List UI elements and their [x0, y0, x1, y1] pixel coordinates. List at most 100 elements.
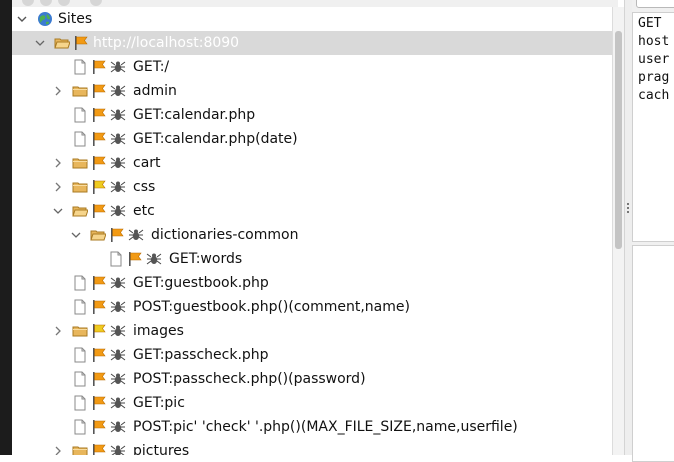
flag-icon — [91, 203, 107, 219]
flag-icon — [91, 59, 107, 75]
tree-node-request[interactable]: GET:pic — [12, 391, 612, 415]
flag-icon — [73, 35, 89, 51]
spider-icon — [110, 395, 126, 411]
tree-node-request[interactable]: GET:words — [12, 247, 612, 271]
flag-icon — [91, 107, 107, 123]
spider-icon — [110, 83, 126, 99]
spider-icon — [110, 323, 126, 339]
folder-open-icon — [90, 227, 106, 243]
file-icon — [72, 419, 88, 435]
tree-node-label: GET:passcheck.php — [133, 347, 269, 363]
tree-node-folder[interactable]: etc — [12, 199, 612, 223]
scrollbar-thumb[interactable] — [615, 31, 622, 249]
tree-node-label: GET:guestbook.php — [133, 275, 269, 291]
tree-root-sites[interactable]: Sites — [12, 7, 612, 31]
window-edge — [0, 0, 12, 455]
tree-node-request[interactable]: POST:pic' 'check' '.php()(MAX_FILE_SIZE,… — [12, 415, 612, 439]
tree-node-folder[interactable]: http://localhost:8090 — [12, 31, 612, 55]
expand-toggle-icon[interactable] — [52, 175, 64, 199]
tree-node-label: http://localhost:8090 — [93, 35, 240, 51]
file-icon — [72, 275, 88, 291]
toolbar-button[interactable] — [22, 0, 34, 6]
collapse-toggle-icon[interactable] — [34, 31, 46, 55]
spider-icon — [110, 203, 126, 219]
globe-icon — [37, 11, 53, 27]
tree-node-request[interactable]: GET:passcheck.php — [12, 343, 612, 367]
request-line: GET — [638, 16, 662, 31]
request-body-view[interactable] — [632, 245, 674, 462]
spider-icon — [128, 227, 144, 243]
tree-root-label: Sites — [58, 11, 93, 27]
flag-icon — [91, 155, 107, 171]
spider-icon — [110, 107, 126, 123]
flag-icon — [91, 395, 107, 411]
folder-icon — [72, 83, 88, 99]
file-icon — [72, 371, 88, 387]
file-icon — [72, 395, 88, 411]
tree-node-folder[interactable]: dictionaries-common — [12, 223, 612, 247]
tree-node-request[interactable]: GET:/ — [12, 55, 612, 79]
spider-icon — [110, 275, 126, 291]
request-line: cach — [638, 88, 670, 103]
spider-icon — [110, 347, 126, 363]
tree-node-label: images — [133, 323, 184, 339]
tree-node-label: dictionaries-common — [151, 227, 299, 243]
spider-icon — [110, 179, 126, 195]
tree-node-request[interactable]: POST:guestbook.php()(comment,name) — [12, 295, 612, 319]
request-line: user — [638, 52, 670, 67]
flag-icon — [91, 179, 107, 195]
flag-icon — [109, 227, 125, 243]
toolbar-button[interactable] — [58, 0, 70, 6]
collapse-toggle-icon[interactable] — [52, 199, 64, 223]
spider-icon — [110, 155, 126, 171]
file-icon — [72, 131, 88, 147]
spider-icon — [110, 131, 126, 147]
collapse-toggle-icon[interactable] — [16, 7, 28, 31]
tree-node-folder[interactable]: cart — [12, 151, 612, 175]
tree-node-request[interactable]: GET:calendar.php(date) — [12, 127, 612, 151]
splitter-grip-icon[interactable] — [627, 203, 630, 217]
folder-icon — [72, 155, 88, 171]
tree-node-folder[interactable]: pictures — [12, 439, 612, 455]
tree-node-label: etc — [133, 203, 155, 219]
folder-icon — [72, 323, 88, 339]
expand-toggle-icon[interactable] — [52, 151, 64, 175]
toolbar-button[interactable] — [90, 0, 102, 6]
flag-icon — [91, 299, 107, 315]
tree-node-label: POST:passcheck.php()(password) — [133, 371, 366, 387]
flag-icon — [91, 323, 107, 339]
file-icon — [108, 251, 124, 267]
tree-node-request[interactable]: POST:passcheck.php()(password) — [12, 367, 612, 391]
tree-node-folder[interactable]: css — [12, 175, 612, 199]
search-input[interactable] — [636, 0, 674, 8]
tree-node-label: pictures — [133, 443, 190, 455]
tree-node-label: admin — [133, 83, 177, 99]
file-icon — [72, 299, 88, 315]
tree-node-request[interactable]: GET:guestbook.php — [12, 271, 612, 295]
collapse-toggle-icon[interactable] — [70, 223, 82, 247]
request-line: prag — [638, 70, 670, 85]
request-line: host — [638, 34, 670, 49]
spider-icon — [110, 419, 126, 435]
toolbar-button[interactable] — [40, 0, 52, 6]
expand-toggle-icon[interactable] — [52, 79, 64, 103]
tree-node-label: POST:guestbook.php()(comment,name) — [133, 299, 410, 315]
folder-icon — [72, 443, 88, 455]
folder-open-icon — [72, 203, 88, 219]
tree-node-request[interactable]: GET:calendar.php — [12, 103, 612, 127]
tree-node-folder[interactable]: admin — [12, 79, 612, 103]
spider-icon — [110, 371, 126, 387]
expand-toggle-icon[interactable] — [52, 319, 64, 343]
spider-icon — [110, 299, 126, 315]
request-header-view[interactable]: GET host user prag cach — [632, 12, 674, 242]
tree-node-folder[interactable]: images — [12, 319, 612, 343]
tree-node-label: GET:calendar.php(date) — [133, 131, 298, 147]
sites-tree[interactable]: Sites http://localhost:8090 GET:/ admin GET… — [12, 7, 612, 455]
flag-icon — [91, 83, 107, 99]
flag-icon — [127, 251, 143, 267]
tree-node-label: GET:pic — [133, 395, 185, 411]
request-response-pane: GET host user prag cach — [632, 0, 674, 462]
spider-icon — [110, 59, 126, 75]
tree-node-label: POST:pic' 'check' '.php()(MAX_FILE_SIZE,… — [133, 419, 518, 435]
expand-toggle-icon[interactable] — [52, 439, 64, 455]
